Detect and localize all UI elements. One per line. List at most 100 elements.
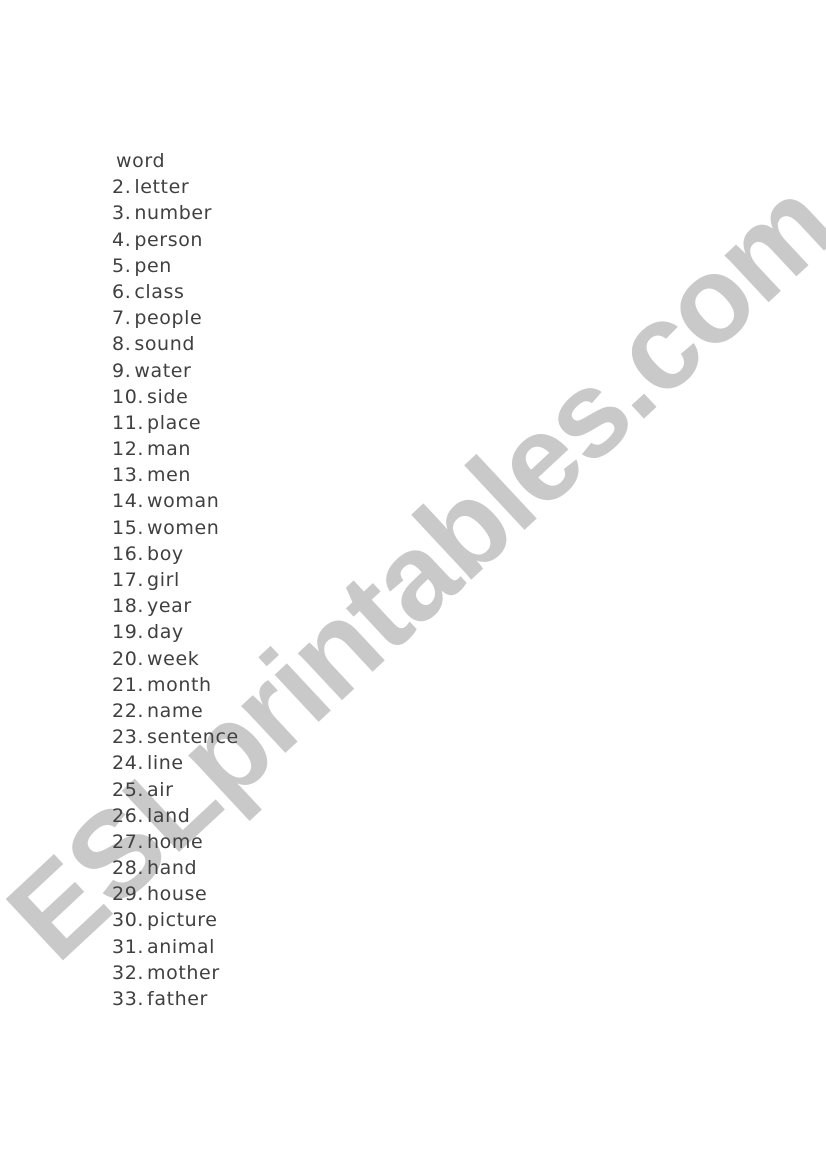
list-word: air — [147, 778, 174, 801]
worksheet-page: ESLprintables.com word 2. letter 3. number 4… — [0, 0, 826, 1169]
list-word: father — [147, 988, 208, 1010]
list-number: 10. — [112, 385, 145, 408]
list-item: 30. picture — [112, 907, 239, 933]
list-word: year — [147, 595, 192, 618]
list-number: 14. — [112, 490, 145, 513]
list-number: 5. — [112, 254, 132, 277]
list-number: 7. — [112, 307, 132, 330]
list-item: 14. woman — [112, 488, 239, 514]
list-word: woman — [147, 490, 220, 513]
list-number: 15. — [112, 516, 145, 539]
list-word: sound — [134, 333, 195, 356]
list-number: 20. — [112, 647, 145, 670]
list-item: 20. week — [112, 646, 239, 672]
list-number: 16. — [112, 542, 145, 565]
list-item-header-word: word — [112, 148, 239, 174]
list-item: 10. side — [112, 384, 239, 410]
list-number: 32. — [112, 961, 145, 984]
list-item: 8. sound — [112, 331, 239, 357]
list-word: animal — [147, 935, 216, 958]
list-word: class — [134, 280, 185, 303]
list-item: 17. girl — [112, 567, 239, 593]
list-item: 23. sentence — [112, 724, 239, 750]
list-word: house — [147, 883, 208, 906]
list-word: day — [147, 621, 184, 644]
list-item: 26. land — [112, 803, 239, 829]
list-word: letter — [134, 176, 190, 199]
list-item: 31. animal — [112, 934, 239, 960]
list-number: 26. — [112, 804, 145, 827]
list-word: name — [147, 699, 204, 722]
list-number: 18. — [112, 595, 145, 618]
list-item: 29. house — [112, 881, 239, 907]
list-number: 25. — [112, 778, 145, 801]
list-number: 28. — [112, 857, 145, 880]
list-item: 12. man — [112, 436, 239, 462]
list-item: 33. father — [112, 986, 239, 1012]
list-number: 21. — [112, 673, 145, 696]
list-number: 17. — [112, 569, 145, 591]
list-word: man — [147, 438, 192, 461]
list-item: 13. men — [112, 462, 239, 488]
list-word: hand — [147, 857, 198, 880]
list-item: 25. air — [112, 777, 239, 803]
list-item: 16. boy — [112, 541, 239, 567]
list-word: home — [147, 830, 204, 853]
list-item: 15. women — [112, 515, 239, 541]
list-item: 6. class — [112, 279, 239, 305]
list-word: word — [116, 150, 166, 172]
list-word: mother — [147, 961, 220, 984]
word-list: word 2. letter 3. number 4. person 5. pen 6. clas… — [112, 148, 239, 1012]
list-word: side — [147, 385, 189, 408]
list-word: land — [147, 804, 191, 827]
list-item: 27. home — [112, 829, 239, 855]
list-number: 31. — [112, 935, 145, 958]
list-word: people — [134, 307, 203, 330]
list-item: 32. mother — [112, 960, 239, 986]
list-word: week — [147, 647, 200, 670]
list-word: water — [134, 359, 192, 382]
list-word: men — [147, 464, 192, 487]
list-item: 11. place — [112, 410, 239, 436]
list-number: 11. — [112, 411, 145, 434]
list-item: 5. pen — [112, 253, 239, 279]
list-item: 18. year — [112, 593, 239, 619]
list-item: 2. letter — [112, 174, 239, 200]
list-number: 6. — [112, 280, 132, 303]
list-number: 22. — [112, 699, 145, 722]
list-item: 19. day — [112, 619, 239, 645]
list-number: 12. — [112, 438, 145, 461]
list-number: 9. — [112, 359, 132, 382]
list-item: 24. line — [112, 750, 239, 776]
list-number: 27. — [112, 830, 145, 853]
list-word: place — [147, 411, 202, 434]
list-item: 7. people — [112, 305, 239, 331]
list-number: 19. — [112, 621, 145, 644]
list-item: 28. hand — [112, 855, 239, 881]
list-number: 4. — [112, 228, 132, 251]
list-number: 13. — [112, 464, 145, 487]
list-number: 30. — [112, 909, 145, 932]
list-word: women — [147, 516, 220, 539]
list-number: 29. — [112, 883, 145, 906]
list-word: boy — [147, 542, 184, 565]
list-item: 9. water — [112, 358, 239, 384]
list-item: 21. month — [112, 672, 239, 698]
list-number: 23. — [112, 726, 145, 749]
list-word: person — [134, 228, 204, 251]
list-word: month — [147, 673, 212, 696]
list-number: 2. — [112, 176, 132, 199]
list-item: 3. number — [112, 200, 239, 226]
list-number: 8. — [112, 333, 132, 356]
list-word: picture — [147, 909, 218, 932]
list-number: 3. — [112, 202, 132, 225]
list-word: pen — [134, 254, 172, 277]
list-word: girl — [147, 569, 180, 591]
list-number: 33. — [112, 988, 145, 1010]
list-item: 4. person — [112, 227, 239, 253]
list-word: number — [134, 202, 213, 225]
list-word: line — [147, 752, 184, 775]
list-item: 22. name — [112, 698, 239, 724]
list-word: sentence — [147, 726, 239, 749]
list-number: 24. — [112, 752, 145, 775]
